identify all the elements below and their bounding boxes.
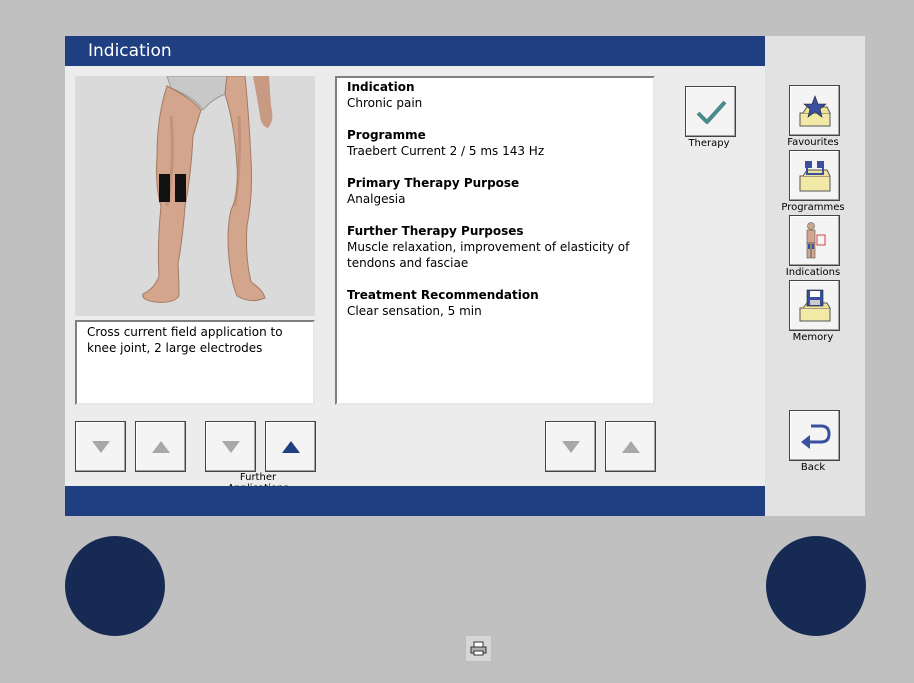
description-scroll-up-button[interactable] [135,421,186,472]
star-folder-icon [799,94,830,126]
device-stage: Indication Cross current field applicati… [0,0,914,683]
info-heading: Primary Therapy Purpose [347,176,520,190]
info-value: Muscle relaxation, improvement of elasti… [347,240,630,270]
device-screen: Indication Cross current field applicati… [65,36,865,516]
printer-icon [470,641,487,656]
programmes-label: Programmes [781,202,845,213]
info-heading: Further Therapy Purposes [347,224,524,238]
info-heading: Treatment Recommendation [347,288,539,302]
back-button[interactable] [789,410,840,461]
indications-label: Indications [785,267,841,278]
arrow-down-icon [91,440,110,453]
arrow-down-icon [561,440,580,453]
info-treatment-recommendation: Treatment Recommendation Clear sensation… [347,287,643,319]
leg-illustration [75,76,315,316]
further-applications-up-button[interactable] [265,421,316,472]
description-scroll-down-button[interactable] [75,421,126,472]
favourites-button[interactable] [789,85,840,136]
application-description: Cross current field application to knee … [75,320,315,405]
title-bar: Indication [65,36,765,66]
arrow-up-icon [151,440,170,453]
info-value: Traebert Current 2 / 5 ms 143 Hz [347,144,545,158]
back-label: Back [800,462,826,473]
therapy-button[interactable] [685,86,736,137]
legs-electrodes-image [75,76,315,316]
therapy-label: Therapy [688,138,730,149]
print-button[interactable] [465,635,492,662]
info-primary-purpose: Primary Therapy Purpose Analgesia [347,175,643,207]
memory-button[interactable] [789,280,840,331]
indications-button[interactable] [789,215,840,266]
checkmark-icon [696,100,726,124]
right-control-knob[interactable] [766,536,866,636]
description-text: Cross current field application to knee … [87,325,283,355]
favourites-label: Favourites [787,137,839,148]
info-further-purposes: Further Therapy Purposes Muscle relaxati… [347,223,643,271]
info-value: Analgesia [347,192,406,206]
memory-label: Memory [792,332,834,343]
info-programme: Programme Traebert Current 2 / 5 ms 143 … [347,127,643,159]
indication-details: Indication Chronic pain Programme Traebe… [335,76,655,405]
arrow-up-icon [281,440,300,453]
electrode-pad [159,174,170,202]
info-value: Chronic pain [347,96,423,110]
info-heading: Indication [347,80,415,94]
floppy-folder-icon [799,289,830,321]
programmes-button[interactable] [789,150,840,201]
bottom-bar [65,486,765,516]
details-scroll-down-button[interactable] [545,421,596,472]
side-navigation: Favourites Programmes Indications Memory… [765,36,865,516]
arrow-up-icon [621,440,640,453]
info-indication: Indication Chronic pain [347,79,643,111]
page-title: Indication [88,41,172,61]
electrode-pad [175,174,186,202]
program-folder-icon [799,160,830,191]
info-value: Clear sensation, 5 min [347,304,482,318]
details-scroll-up-button[interactable] [605,421,656,472]
back-arrow-icon [800,424,831,449]
person-icon [806,221,825,258]
info-heading: Programme [347,128,426,142]
further-applications-down-button[interactable] [205,421,256,472]
arrow-down-icon [221,440,240,453]
left-control-knob[interactable] [65,536,165,636]
